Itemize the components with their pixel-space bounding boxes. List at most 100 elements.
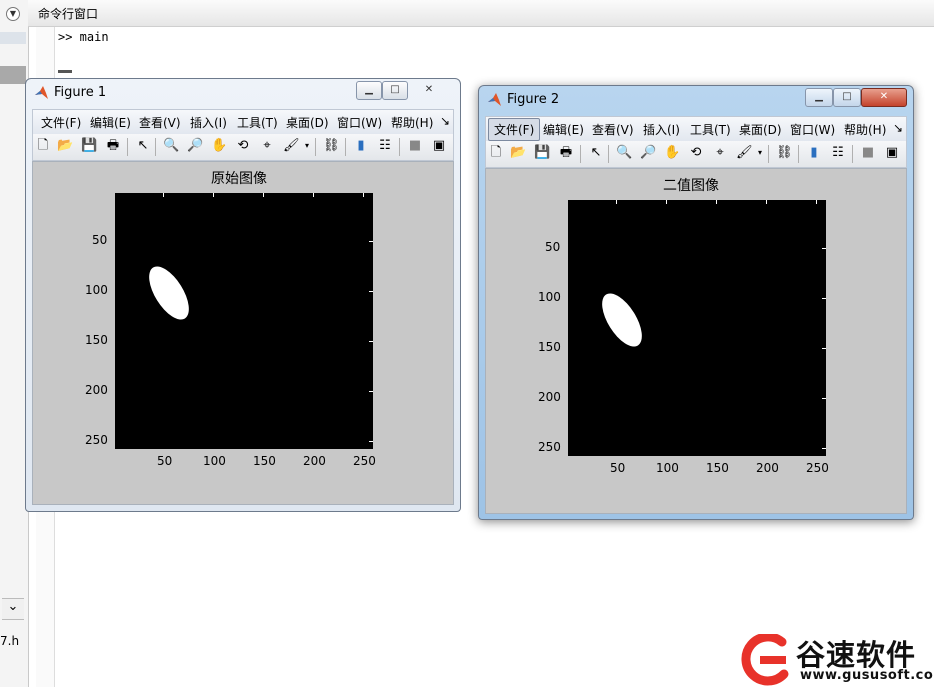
figure-canvas[interactable]: 二值图像 50 100 150 200 250 50 100 150 200 2… xyxy=(485,168,907,514)
rotate-3d-icon[interactable]: ⟲ xyxy=(688,145,704,161)
menu-overflow-icon[interactable]: ↘ xyxy=(893,121,903,135)
menu-edit[interactable]: 编辑(E) xyxy=(90,114,131,131)
left-panel-file-label[interactable]: 7.h xyxy=(0,634,19,648)
command-line-text[interactable]: >> main xyxy=(58,30,109,44)
y-tick-label: 150 xyxy=(538,340,561,354)
print-icon[interactable]: 🖶 xyxy=(558,145,574,161)
menu-view[interactable]: 查看(V) xyxy=(139,114,181,131)
figure-window-1[interactable]: Figure 1 ▁ □ ✕ 文件(F) 编辑(E) 查看(V) 插入(I) 工… xyxy=(25,78,461,512)
y-tick-label: 200 xyxy=(85,383,108,397)
image-axes[interactable] xyxy=(115,193,373,449)
maximize-icon[interactable]: □ xyxy=(833,88,861,107)
menu-desktop[interactable]: 桌面(D) xyxy=(739,121,782,138)
print-icon[interactable]: 🖶 xyxy=(105,138,121,154)
link-plot-icon[interactable]: ⛓ xyxy=(323,138,340,154)
zoom-in-icon[interactable]: 🔍 xyxy=(616,145,632,161)
brush-icon[interactable]: 🖌 xyxy=(736,145,753,161)
menu-file[interactable]: 文件(F) xyxy=(41,114,81,131)
zoom-in-icon[interactable]: 🔍 xyxy=(163,138,179,154)
figure-window-2[interactable]: Figure 2 ▁ □ ✕ 文件(F) 编辑(E) 查看(V) 插入(I) 工… xyxy=(478,85,914,520)
axes-title: 原始图像 xyxy=(211,171,267,187)
tick-mark xyxy=(163,193,164,197)
figure-title: Figure 2 xyxy=(507,92,560,107)
save-icon[interactable]: 💾 xyxy=(534,145,550,161)
new-figure-icon[interactable]: 🗋 xyxy=(35,138,51,154)
open-file-icon[interactable]: 📂 xyxy=(510,145,526,161)
matlab-logo-icon xyxy=(488,93,501,106)
x-tick-label: 200 xyxy=(303,454,326,468)
y-tick-label: 50 xyxy=(545,240,561,254)
toolbar-separator xyxy=(399,138,400,156)
legend-icon[interactable]: ☷ xyxy=(377,138,393,154)
image-ellipse xyxy=(141,260,197,326)
pan-icon[interactable]: ✋ xyxy=(211,138,227,154)
left-panel-selected-item[interactable] xyxy=(0,66,26,84)
maximize-icon[interactable]: □ xyxy=(382,81,408,100)
edit-plot-icon[interactable]: ↖ xyxy=(588,145,604,161)
hide-plot-tools-icon[interactable]: ■ xyxy=(407,138,423,154)
menu-overflow-icon[interactable]: ↘ xyxy=(440,114,450,128)
menu-window[interactable]: 窗口(W) xyxy=(790,121,835,138)
data-cursor-icon[interactable]: ⌖ xyxy=(712,145,728,161)
figure-canvas[interactable]: 原始图像 50 100 150 200 250 50 100 150 200 2… xyxy=(32,161,454,505)
menu-window[interactable]: 窗口(W) xyxy=(337,114,382,131)
open-file-icon[interactable]: 📂 xyxy=(57,138,73,154)
tick-mark xyxy=(822,348,826,349)
toolbar-separator xyxy=(345,138,346,156)
minimize-icon[interactable]: ▁ xyxy=(805,88,833,107)
zoom-out-icon[interactable]: 🔎 xyxy=(640,145,656,161)
tick-mark xyxy=(616,200,617,204)
menu-help[interactable]: 帮助(H) xyxy=(844,121,886,138)
tick-mark xyxy=(822,298,826,299)
brush-icon[interactable]: 🖌 xyxy=(283,138,300,154)
menu-insert[interactable]: 插入(I) xyxy=(643,121,680,138)
menu-edit[interactable]: 编辑(E) xyxy=(543,121,584,138)
x-tick-label: 250 xyxy=(806,461,829,475)
save-icon[interactable]: 💾 xyxy=(81,138,97,154)
chevron-down-icon[interactable]: ▾ xyxy=(299,138,315,154)
toolbar-separator xyxy=(155,138,156,156)
figure-toolbar: 🗋 📂 💾 🖶 ↖ 🔍 🔎 ✋ ⟲ ⌖ 🖌 ▾ ⛓ ▮ ☷ ■ ▣ xyxy=(32,134,454,161)
chevron-down-icon[interactable]: ⌄ xyxy=(2,598,24,620)
menu-insert[interactable]: 插入(I) xyxy=(190,114,227,131)
command-partial-output xyxy=(58,70,72,73)
rotate-3d-icon[interactable]: ⟲ xyxy=(235,138,251,154)
show-plot-tools-icon[interactable]: ▣ xyxy=(884,145,900,161)
menu-tools[interactable]: 工具(T) xyxy=(690,121,731,138)
new-figure-icon[interactable]: 🗋 xyxy=(488,145,504,161)
menu-desktop[interactable]: 桌面(D) xyxy=(286,114,329,131)
tick-mark xyxy=(816,200,817,204)
pan-icon[interactable]: ✋ xyxy=(664,145,680,161)
x-tick-label: 150 xyxy=(253,454,276,468)
menu-tools[interactable]: 工具(T) xyxy=(237,114,278,131)
minimize-icon[interactable]: ▁ xyxy=(356,81,382,100)
zoom-out-icon[interactable]: 🔎 xyxy=(187,138,203,154)
tick-mark xyxy=(369,391,373,392)
tick-mark xyxy=(369,291,373,292)
chevron-down-icon[interactable]: ▾ xyxy=(752,145,768,161)
figure-titlebar[interactable]: Figure 1 ▁ □ ✕ xyxy=(26,79,460,105)
colorbar-icon[interactable]: ▮ xyxy=(353,138,369,154)
data-cursor-icon[interactable]: ⌖ xyxy=(259,138,275,154)
collapse-toggle-icon[interactable]: ▼ xyxy=(6,7,20,21)
legend-icon[interactable]: ☷ xyxy=(830,145,846,161)
menu-file[interactable]: 文件(F) xyxy=(488,118,541,141)
y-tick-label: 250 xyxy=(85,433,108,447)
figure-toolbar: 🗋 📂 💾 🖶 ↖ 🔍 🔎 ✋ ⟲ ⌖ 🖌 ▾ ⛓ ▮ ☷ ■ ▣ xyxy=(485,141,907,168)
menu-view[interactable]: 查看(V) xyxy=(592,121,634,138)
show-plot-tools-icon[interactable]: ▣ xyxy=(431,138,447,154)
menu-help[interactable]: 帮助(H) xyxy=(391,114,433,131)
colorbar-icon[interactable]: ▮ xyxy=(806,145,822,161)
watermark-url: www.gususoft.com xyxy=(800,668,934,683)
image-axes[interactable] xyxy=(568,200,826,456)
axes-title: 二值图像 xyxy=(663,178,719,194)
close-icon[interactable]: ✕ xyxy=(861,88,907,107)
left-panel-tab[interactable] xyxy=(0,32,26,44)
close-icon[interactable]: ✕ xyxy=(408,81,450,100)
edit-plot-icon[interactable]: ↖ xyxy=(135,138,151,154)
command-window-title: 命令行窗口 xyxy=(38,7,99,21)
y-tick-label: 100 xyxy=(85,283,108,297)
link-plot-icon[interactable]: ⛓ xyxy=(776,145,793,161)
hide-plot-tools-icon[interactable]: ■ xyxy=(860,145,876,161)
figure-titlebar[interactable]: Figure 2 ▁ □ ✕ xyxy=(479,86,913,112)
